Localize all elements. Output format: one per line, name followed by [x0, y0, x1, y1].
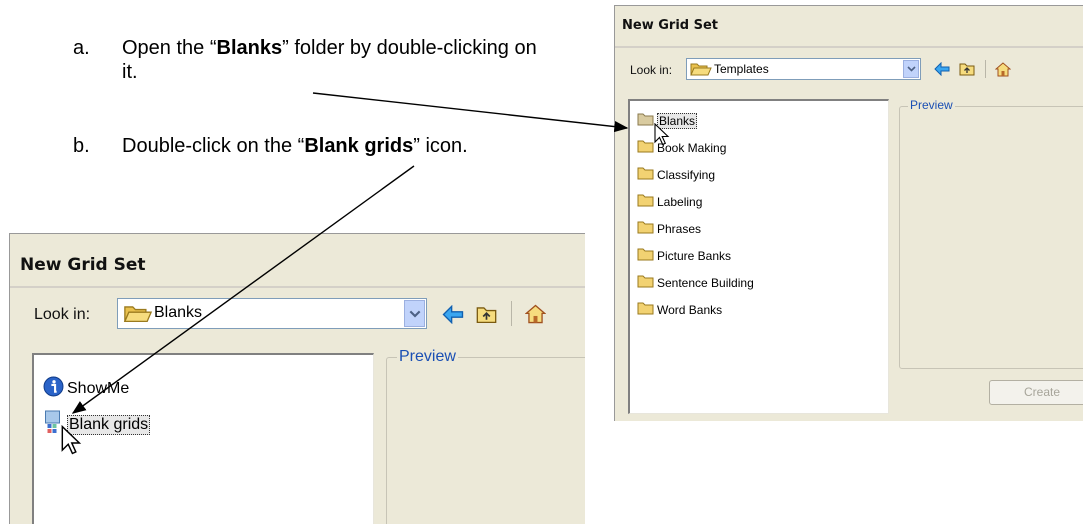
callout-arrows	[71, 92, 629, 414]
callout-arrow-b	[71, 165, 415, 414]
callout-arrow-a	[312, 92, 629, 133]
